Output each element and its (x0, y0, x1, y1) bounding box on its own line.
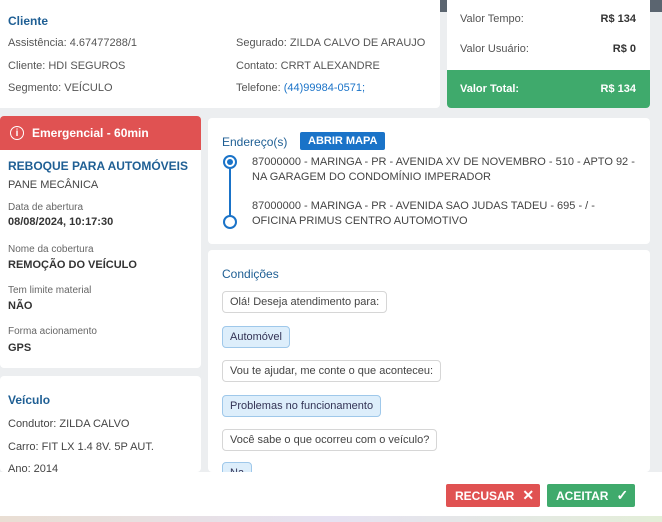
client-segurado: Segurado: ZILDA CALVO DE ARAUJO (236, 37, 426, 49)
origin-address-line1: 87000000 - MARINGA - PR - AVENIDA XV DE … (252, 156, 635, 168)
destination-marker-icon (223, 215, 237, 229)
vehicle-title: Veículo (8, 393, 51, 407)
check-icon: ✓ (616, 487, 629, 503)
chat-message-bot: Vou te ajudar, me conte o que aconteceu: (222, 360, 442, 382)
address-panel: Endereço(s) ABRIR MAPA 87000000 - MARING… (208, 118, 650, 244)
service-subtitle: PANE MECÂNICA (8, 179, 99, 191)
chat-message-bot: Olá! Deseja atendimento para: (222, 291, 388, 313)
abertura-value: 08/08/2024, 10:17:30 (8, 216, 114, 228)
client-telefone: Telefone: (44)99984-0571; (236, 82, 365, 94)
conditions-title: Condições (222, 267, 279, 281)
service-panel: REBOQUE PARA AUTOMÓVEIS PANE MECÂNICA Da… (0, 150, 201, 368)
vehicle-carro: Carro: FIT LX 1.4 8V. 5P AUT. (8, 441, 154, 453)
valor-tempo-value: R$ 134 (600, 13, 636, 25)
refuse-label: RECUSAR (455, 488, 515, 503)
destination-address: 87000000 - MARINGA - PR - AVENIDA SAO JU… (252, 199, 637, 229)
telefone-link[interactable]: (44)99984-0571; (284, 82, 365, 94)
valor-tempo-row: Valor Tempo: R$ 134 (447, 4, 650, 34)
valor-usuario-value: R$ 0 (612, 43, 636, 55)
chat-message-bot: Você sabe o que ocorreu com o veículo? (222, 429, 438, 451)
chat-message-user: Na (222, 462, 253, 472)
client-panel: Cliente Assistência: 4.67477288/1 Client… (0, 0, 440, 108)
origin-marker-icon (223, 155, 237, 169)
valor-total-label: Valor Total: (460, 83, 520, 95)
chat-message-user: Automóvel (222, 326, 290, 348)
emergency-label: Emergencial - 60min (32, 126, 149, 140)
footer-bar: RECUSAR ✕ ACEITAR ✓ (0, 472, 662, 516)
chat-message-user: Problemas no funcionamento (222, 395, 382, 417)
valor-tempo-label: Valor Tempo: (460, 13, 524, 25)
acionamento-value: GPS (8, 342, 32, 354)
client-cliente: Cliente: HDI SEGUROS (8, 60, 126, 72)
valor-usuario-row: Valor Usuário: R$ 0 (447, 34, 650, 64)
values-panel: Valor Tempo: R$ 134 Valor Usuário: R$ 0 … (447, 0, 650, 108)
refuse-button[interactable]: RECUSAR ✕ (446, 484, 540, 507)
client-contato: Contato: CRRT ALEXANDRE (236, 60, 380, 72)
valor-total-value: R$ 134 (600, 83, 636, 95)
origin-address: 87000000 - MARINGA - PR - AVENIDA XV DE … (252, 155, 637, 185)
client-title: Cliente (8, 14, 49, 28)
limite-value: NÃO (8, 300, 33, 312)
acionamento-label: Forma acionamento (8, 326, 97, 337)
route-line (229, 169, 231, 216)
client-assistencia: Assistência: 4.67477288/1 (8, 37, 138, 49)
close-icon: ✕ (522, 487, 535, 503)
info-icon: i (10, 126, 24, 140)
cobertura-label: Nome da cobertura (8, 244, 94, 255)
conditions-panel: Condições Olá! Deseja atendimento para: … (208, 250, 650, 472)
abertura-label: Data de abertura (8, 202, 84, 213)
bottom-strip (0, 516, 662, 522)
destination-address-line1: 87000000 - MARINGA - PR - AVENIDA SAO JU… (252, 200, 595, 212)
cobertura-value: REMOÇÃO DO VEÍCULO (8, 259, 137, 271)
vehicle-panel: Veículo Condutor: ZILDA CALVO Carro: FIT… (0, 376, 201, 472)
address-title: Endereço(s) (222, 135, 288, 149)
open-map-button[interactable]: ABRIR MAPA (300, 132, 386, 150)
client-segmento: Segmento: VEÍCULO (8, 82, 113, 94)
valor-usuario-label: Valor Usuário: (460, 43, 529, 55)
telefone-label: Telefone: (236, 82, 281, 94)
emergency-banner: i Emergencial - 60min (0, 116, 201, 150)
origin-address-line2: NA GARAGEM DO CONDOMÍNIO IMPERADOR (252, 171, 491, 183)
destination-address-line2: OFICINA PRIMUS CENTRO AUTOMOTIVO (252, 215, 468, 227)
vehicle-condutor: Condutor: ZILDA CALVO (8, 418, 130, 430)
limite-label: Tem limite material (8, 285, 92, 296)
accept-label: ACEITAR (556, 488, 609, 503)
service-title: REBOQUE PARA AUTOMÓVEIS (8, 159, 189, 173)
valor-total-row: Valor Total: R$ 134 (447, 70, 650, 108)
accept-button[interactable]: ACEITAR ✓ (547, 484, 635, 507)
vehicle-ano: Ano: 2014 (8, 463, 59, 472)
